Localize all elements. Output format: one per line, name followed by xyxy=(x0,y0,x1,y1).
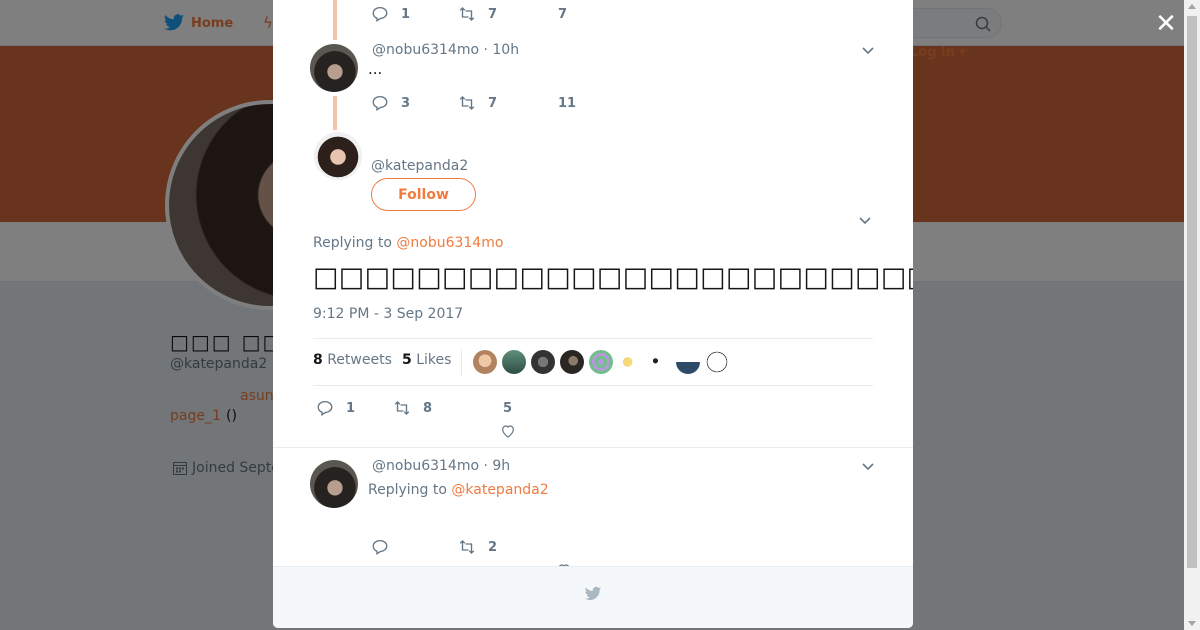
modal-footer xyxy=(273,566,913,628)
tweet-text: □□□□□□□□□□□□□□□□□□□□□□□□□□□□□□□□□□□□□□□□… xyxy=(313,262,913,293)
retweet-icon xyxy=(459,540,475,554)
retweet-stat[interactable]: 8 Retweets xyxy=(313,352,392,368)
chevron-down-icon[interactable] xyxy=(861,460,875,474)
tweet-modal: 1 7 7 @nobu6314mo · 10h ... 3 7 11 @kate… xyxy=(273,0,913,628)
replying-to: Replying to @katepanda2 xyxy=(368,482,549,498)
thread-line xyxy=(333,96,337,130)
avatar[interactable] xyxy=(676,350,700,374)
avatar[interactable] xyxy=(647,350,671,374)
avatar[interactable] xyxy=(310,460,358,508)
heart-icon[interactable] xyxy=(500,423,516,439)
divider xyxy=(461,349,462,377)
like-button[interactable]: 5 xyxy=(503,401,512,416)
tweet-author[interactable]: @nobu6314mo · 10h xyxy=(372,42,519,58)
tweet-author[interactable]: @katepanda2 xyxy=(371,158,468,174)
retweet-icon xyxy=(459,7,475,21)
retweet-icon xyxy=(394,401,410,415)
retweet-button[interactable]: 7 xyxy=(458,5,558,23)
divider xyxy=(273,447,913,448)
replying-to-link[interactable]: @katepanda2 xyxy=(451,482,548,498)
tweet-author[interactable]: @nobu6314mo · 9h xyxy=(372,458,510,474)
tweet-actions: 1 8 5 xyxy=(316,399,512,417)
replying-to: Replying to @nobu6314mo xyxy=(313,235,504,251)
scroll-down-arrow[interactable] xyxy=(1188,621,1196,626)
tweet-text: ... xyxy=(368,60,383,78)
chevron-down-icon[interactable] xyxy=(858,214,872,228)
reply-icon xyxy=(372,95,388,112)
like-button[interactable]: 7 xyxy=(558,7,567,22)
retweet-icon xyxy=(459,96,475,110)
scrollbar-thumb[interactable] xyxy=(1187,16,1197,568)
tweet-stats: 8 Retweets 5 Likes xyxy=(313,338,873,386)
reply-button[interactable] xyxy=(371,538,458,556)
tweet-actions: 3 7 11 xyxy=(371,94,576,112)
reply-icon xyxy=(317,400,333,417)
reply-icon xyxy=(372,6,388,23)
avatar[interactable] xyxy=(531,350,555,374)
chevron-down-icon[interactable] xyxy=(861,44,875,58)
avatar[interactable] xyxy=(310,44,358,92)
retweet-button[interactable]: 2 xyxy=(458,538,558,556)
twitter-bird-icon xyxy=(584,586,602,601)
follow-button[interactable]: Follow xyxy=(371,178,476,211)
reply-icon xyxy=(372,539,388,556)
avatar[interactable] xyxy=(589,350,613,374)
avatar[interactable] xyxy=(618,350,642,374)
like-stat[interactable]: 5 Likes xyxy=(402,352,451,368)
replying-to-link[interactable]: @nobu6314mo xyxy=(396,235,503,251)
tweet-timestamp[interactable]: 9:12 PM - 3 Sep 2017 xyxy=(313,306,463,322)
reply-button[interactable]: 3 xyxy=(371,94,458,112)
liker-avatars xyxy=(473,350,729,374)
avatar[interactable] xyxy=(473,350,497,374)
retweet-button[interactable]: 8 xyxy=(393,399,503,417)
close-icon[interactable]: ✕ xyxy=(1153,11,1179,37)
avatar[interactable] xyxy=(502,350,526,374)
reply-button[interactable]: 1 xyxy=(371,5,458,23)
avatar[interactable] xyxy=(705,350,729,374)
reply-button[interactable]: 1 xyxy=(316,399,393,417)
scroll-up-arrow[interactable] xyxy=(1188,4,1196,9)
tweet-actions: 1 7 7 xyxy=(371,5,567,23)
thread-line xyxy=(333,0,337,40)
avatar[interactable] xyxy=(314,132,362,180)
tweet-actions: 2 xyxy=(371,538,558,556)
avatar[interactable] xyxy=(560,350,584,374)
retweet-button[interactable]: 7 xyxy=(458,94,558,112)
like-button[interactable]: 11 xyxy=(558,96,576,111)
scrollbar[interactable] xyxy=(1184,0,1200,630)
